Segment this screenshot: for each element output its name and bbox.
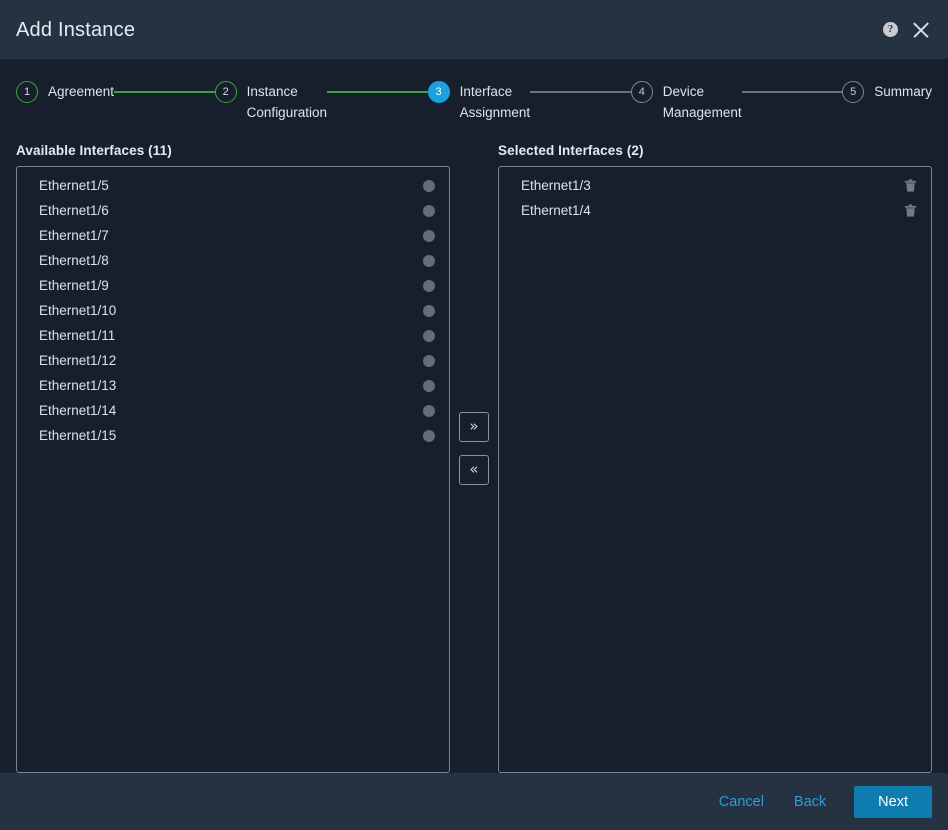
- step-wrap-4: 4 Device Management: [630, 81, 843, 123]
- step-number-5: 5: [842, 81, 865, 103]
- status-dot-icon: [423, 204, 435, 217]
- list-item[interactable]: Ethernet1/3: [499, 173, 931, 198]
- step-connector-2: [326, 91, 428, 93]
- interface-name: Ethernet1/6: [39, 203, 109, 218]
- list-item[interactable]: Ethernet1/13: [17, 373, 449, 398]
- interface-name: Ethernet1/9: [39, 278, 109, 293]
- status-dot-icon: [423, 354, 435, 367]
- step-connector-4: [741, 91, 843, 93]
- interface-assignment-content: Available Interfaces (11) Ethernet1/5 Eth…: [0, 123, 948, 773]
- list-item[interactable]: Ethernet1/9: [17, 273, 449, 298]
- header-actions: ?: [883, 19, 932, 41]
- step-label-5: Summary: [874, 84, 932, 99]
- cancel-button[interactable]: Cancel: [717, 790, 766, 814]
- add-instance-dialog: Add Instance ? 1 Agreement 2 Instance Co…: [0, 0, 948, 830]
- interface-name: Ethernet1/14: [39, 403, 117, 418]
- interface-name: Ethernet1/13: [39, 378, 117, 393]
- interface-name: Ethernet1/15: [39, 428, 117, 443]
- interface-name: Ethernet1/8: [39, 253, 109, 268]
- step-device-management[interactable]: 4 Device Management: [630, 81, 742, 123]
- selected-interfaces-title: Selected Interfaces (2): [498, 143, 644, 158]
- step-interface-assignment[interactable]: 3 Interface Assignment: [427, 81, 531, 123]
- list-item[interactable]: Ethernet1/11: [17, 323, 449, 348]
- step-connector-1: [114, 91, 215, 93]
- step-label-2: Instance Configuration: [246, 84, 327, 120]
- dialog-footer: Cancel Back Next: [0, 773, 948, 830]
- back-button[interactable]: Back: [792, 790, 828, 814]
- list-item[interactable]: Ethernet1/6: [17, 198, 449, 223]
- step-number-2: 2: [214, 81, 237, 103]
- list-item[interactable]: Ethernet1/10: [17, 298, 449, 323]
- step-label-1: Agreement: [48, 84, 115, 99]
- step-summary[interactable]: 5 Summary: [842, 81, 932, 103]
- step-number-3: 3: [427, 81, 450, 103]
- trash-icon[interactable]: [904, 178, 917, 193]
- interface-name: Ethernet1/11: [39, 328, 116, 343]
- step-label-3: Interface Assignment: [459, 84, 531, 120]
- interface-name: Ethernet1/7: [39, 228, 109, 243]
- step-agreement[interactable]: 1 Agreement: [16, 81, 114, 103]
- interface-name: Ethernet1/10: [39, 303, 117, 318]
- interface-name: Ethernet1/4: [521, 203, 591, 218]
- step-label-4: Device Management: [662, 84, 742, 120]
- wizard-stepper: 1 Agreement 2 Instance Configuration 3 I…: [0, 59, 948, 123]
- status-dot-icon: [423, 229, 435, 242]
- step-instance-configuration[interactable]: 2 Instance Configuration: [214, 81, 327, 123]
- trash-icon[interactable]: [904, 203, 917, 218]
- available-interfaces-title: Available Interfaces (11): [16, 143, 172, 158]
- status-dot-icon: [423, 304, 435, 317]
- move-right-button[interactable]: »: [459, 411, 489, 442]
- dialog-title: Add Instance: [16, 18, 136, 41]
- status-dot-icon: [423, 404, 435, 417]
- available-interfaces-panel: Available Interfaces (11) Ethernet1/5 Eth…: [16, 143, 450, 773]
- list-item[interactable]: Ethernet1/14: [17, 398, 449, 423]
- status-dot-icon: [423, 379, 435, 392]
- selected-interfaces-list[interactable]: Ethernet1/3 Ethernet1/4: [498, 166, 932, 773]
- interface-name: Ethernet1/12: [39, 353, 117, 368]
- list-item[interactable]: Ethernet1/4: [499, 198, 931, 223]
- interface-name: Ethernet1/3: [521, 178, 591, 193]
- move-left-button[interactable]: «: [459, 454, 489, 485]
- status-dot-icon: [423, 329, 435, 342]
- step-number-1: 1: [16, 81, 38, 103]
- step-wrap-1: 1 Agreement: [16, 81, 215, 103]
- status-dot-icon: [423, 279, 435, 292]
- list-item[interactable]: Ethernet1/5: [17, 173, 449, 198]
- status-dot-icon: [423, 179, 435, 192]
- list-item[interactable]: Ethernet1/8: [17, 248, 449, 273]
- interface-name: Ethernet1/5: [39, 178, 109, 193]
- status-dot-icon: [423, 429, 435, 442]
- help-icon[interactable]: ?: [883, 22, 898, 37]
- step-connector-3: [530, 91, 631, 93]
- status-dot-icon: [423, 254, 435, 267]
- transfer-controls: » «: [450, 143, 498, 773]
- selected-interfaces-panel: Selected Interfaces (2) Ethernet1/3 Ether…: [498, 143, 932, 773]
- list-item[interactable]: Ethernet1/7: [17, 223, 449, 248]
- step-wrap-3: 3 Interface Assignment: [427, 81, 631, 123]
- dialog-header: Add Instance ?: [0, 0, 948, 59]
- available-interfaces-list[interactable]: Ethernet1/5 Ethernet1/6 Ethernet1/7 Etherne…: [16, 166, 450, 773]
- step-wrap-5: 5 Summary: [842, 81, 932, 103]
- step-number-4: 4: [630, 81, 653, 103]
- close-icon[interactable]: [910, 19, 932, 41]
- next-button[interactable]: Next: [854, 785, 932, 818]
- list-item[interactable]: Ethernet1/12: [17, 348, 449, 373]
- step-wrap-2: 2 Instance Configuration: [214, 81, 428, 123]
- list-item[interactable]: Ethernet1/15: [17, 423, 449, 448]
